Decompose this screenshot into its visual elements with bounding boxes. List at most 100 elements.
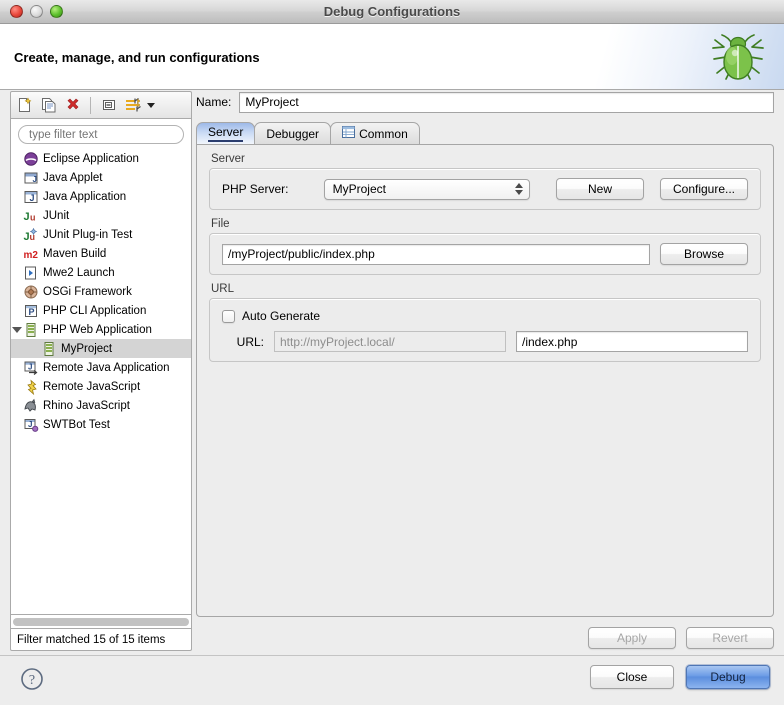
java-app-icon: J	[23, 189, 39, 205]
scrollbar-thumb[interactable]	[13, 618, 189, 626]
new-server-button[interactable]: New	[556, 178, 644, 200]
close-dialog-button[interactable]: Close	[590, 665, 674, 689]
dialog-footer: ? Close Debug	[0, 655, 784, 705]
url-group-label: URL	[211, 283, 773, 295]
mwe2-icon	[23, 265, 39, 281]
filter-arrows-icon[interactable]	[122, 95, 143, 116]
footer-buttons: Close Debug	[590, 665, 770, 689]
junit-plugin-icon: Ju	[23, 227, 39, 243]
table-icon	[342, 126, 355, 141]
tab-label: Common	[359, 127, 408, 141]
tab-server[interactable]: Server	[196, 122, 255, 144]
search-input[interactable]	[18, 125, 184, 144]
tree-item-label: OSGi Framework	[43, 286, 132, 298]
server-group-label: Server	[211, 153, 773, 165]
php-web-icon	[41, 341, 57, 357]
header-banner: Create, manage, and run configurations	[0, 24, 784, 90]
server-group: PHP Server: MyProject New Configure...	[209, 168, 761, 210]
revert-button[interactable]: Revert	[686, 627, 774, 649]
configuration-detail-panel: Name: Server Debugger Common Server PHP Se…	[196, 91, 774, 651]
name-row: Name:	[196, 91, 774, 113]
duplicate-configuration-button[interactable]	[38, 95, 59, 116]
remote-js-icon	[23, 379, 39, 395]
tree-item-myproject[interactable]: MyProject	[11, 339, 191, 358]
auto-generate-checkbox[interactable]	[222, 310, 235, 323]
tab-label: Debugger	[266, 127, 319, 141]
configurations-tree[interactable]: Eclipse Application J Java Applet J Java App…	[11, 148, 191, 614]
apply-button[interactable]: Apply	[588, 627, 676, 649]
file-path-input[interactable]: /myProject/public/index.php	[222, 244, 650, 265]
tree-item-mwe2-launch[interactable]: Mwe2 Launch	[11, 263, 191, 282]
filter-wrapper	[11, 119, 191, 148]
expand-arrow-icon[interactable]	[11, 327, 23, 333]
tree-horizontal-scrollbar[interactable]	[10, 615, 192, 629]
url-row: URL: http://myProject.local/ /index.php	[210, 327, 760, 361]
svg-text:J: J	[30, 193, 35, 203]
stepper-arrows-icon	[515, 180, 523, 199]
file-row: /myProject/public/index.php Browse	[210, 234, 760, 274]
tab-bar: Server Debugger Common	[196, 121, 774, 144]
tree-item-java-applet[interactable]: J Java Applet	[11, 168, 191, 187]
tree-item-maven-build[interactable]: m2Maven Build	[11, 244, 191, 263]
tree-item-label: Rhino JavaScript	[43, 400, 130, 412]
swtbot-icon: J	[23, 417, 39, 433]
new-configuration-button[interactable]	[14, 95, 35, 116]
help-button[interactable]: ?	[20, 667, 44, 694]
url-base-input[interactable]: http://myProject.local/	[274, 331, 506, 352]
php-cli-icon: P	[23, 303, 39, 319]
tree-item-osgi-framework[interactable]: OSGi Framework	[11, 282, 191, 301]
dialog-body: Eclipse Application J Java Applet J Java App…	[0, 91, 784, 655]
configuration-name-input[interactable]	[239, 92, 774, 113]
php-server-select[interactable]: MyProject	[324, 179, 530, 200]
green-bug-icon	[708, 31, 768, 88]
tab-debugger[interactable]: Debugger	[254, 122, 331, 144]
apply-revert-row: Apply Revert	[588, 627, 774, 649]
chevron-down-icon[interactable]	[147, 103, 155, 108]
configure-server-button[interactable]: Configure...	[660, 178, 748, 200]
remote-java-icon: J	[23, 360, 39, 376]
file-group-label: File	[211, 218, 773, 230]
tab-common[interactable]: Common	[330, 122, 420, 144]
tree-item-remote-javascript[interactable]: Remote JavaScript	[11, 377, 191, 396]
tree-item-label: SWTBot Test	[43, 419, 110, 431]
tree-item-label: Java Applet	[43, 172, 102, 184]
tree-item-php-cli-application[interactable]: PPHP CLI Application	[11, 301, 191, 320]
tree-item-label: MyProject	[61, 343, 112, 355]
php-server-row: PHP Server: MyProject New Configure...	[210, 169, 760, 209]
tree-item-label: PHP Web Application	[43, 324, 152, 336]
tree-item-label: Remote JavaScript	[43, 381, 140, 393]
url-path-input[interactable]: /index.php	[516, 331, 748, 352]
window-title: Debug Configurations	[0, 4, 784, 19]
svg-text:J: J	[33, 175, 37, 184]
filter-status-text: Filter matched 15 of 15 items	[10, 629, 192, 651]
tree-item-junit[interactable]: JuJUnit	[11, 206, 191, 225]
url-group: Auto Generate URL: http://myProject.loca…	[209, 298, 761, 362]
tree-item-swtbot-test[interactable]: J SWTBot Test	[11, 415, 191, 434]
auto-generate-row[interactable]: Auto Generate	[210, 299, 760, 327]
debug-button[interactable]: Debug	[686, 665, 770, 689]
url-label: URL:	[222, 335, 264, 349]
rhino-icon	[23, 398, 39, 414]
tree-item-eclipse-application[interactable]: Eclipse Application	[11, 149, 191, 168]
tree-item-rhino-javascript[interactable]: Rhino JavaScript	[11, 396, 191, 415]
svg-text:J: J	[28, 362, 32, 371]
osgi-icon	[23, 284, 39, 300]
tree-item-label: JUnit	[43, 210, 69, 222]
php-web-icon	[23, 322, 39, 338]
svg-text:J: J	[28, 420, 32, 429]
tree-item-php-web-application[interactable]: PHP Web Application	[11, 320, 191, 339]
svg-text:m2: m2	[24, 250, 39, 261]
maven-icon: m2	[23, 246, 39, 262]
tree-item-junit-plug-in-test[interactable]: JuJUnit Plug-in Test	[11, 225, 191, 244]
tree-item-java-application[interactable]: J Java Application	[11, 187, 191, 206]
php-server-value: MyProject	[333, 182, 386, 196]
delete-configuration-button[interactable]	[62, 95, 83, 116]
collapse-all-button[interactable]	[98, 95, 119, 116]
tree-item-remote-java-application[interactable]: JRemote Java Application	[11, 358, 191, 377]
tab-label: Server	[208, 125, 243, 142]
server-tab-panel: Server PHP Server: MyProject New Configu…	[196, 144, 774, 617]
name-label: Name:	[196, 95, 231, 109]
tree-item-label: Java Application	[43, 191, 126, 203]
tree-item-label: Eclipse Application	[43, 153, 139, 165]
browse-file-button[interactable]: Browse	[660, 243, 748, 265]
